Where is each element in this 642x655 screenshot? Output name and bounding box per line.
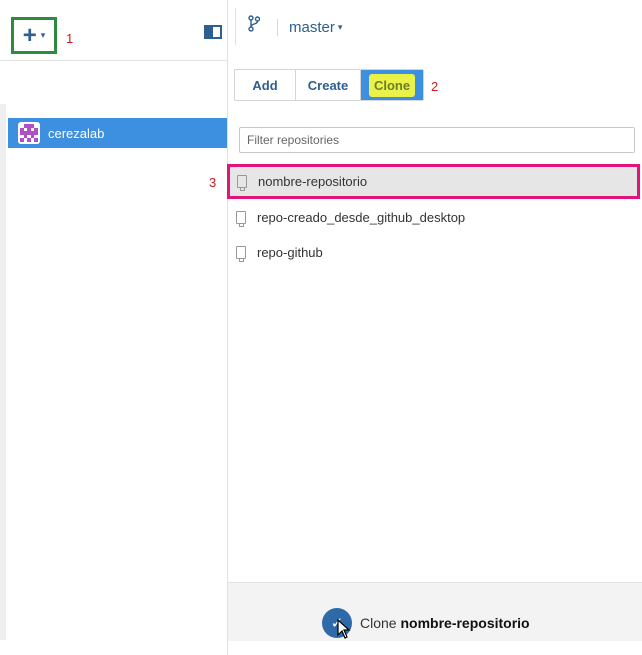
toggle-sidebar-icon[interactable] (204, 25, 222, 39)
tab-clone[interactable]: Clone (361, 70, 423, 100)
clone-prefix: Clone (360, 615, 397, 631)
tab-create[interactable]: Create (296, 70, 361, 100)
sidebar-item-account[interactable]: cerezalab (8, 118, 227, 148)
clone-button-label: Clone nombre-repositorio (360, 615, 530, 631)
repository-icon (236, 211, 246, 227)
repository-name: repo-github (257, 245, 323, 260)
annotation-number: 3 (209, 175, 217, 190)
repository-icon (236, 246, 246, 262)
annotation-number: 2 (431, 79, 439, 94)
tab-clone-label: Clone (368, 73, 416, 97)
chevron-down-icon: ▾ (40, 30, 46, 40)
divider (277, 19, 278, 36)
mouse-cursor-icon (337, 618, 351, 644)
list-item[interactable]: repo-creado_desde_github_desktop (227, 200, 640, 235)
branch-name: master (289, 19, 335, 36)
chevron-down-icon: ▾ (337, 22, 343, 32)
annotation-number: 1 (66, 31, 74, 46)
list-item[interactable]: repo-github (227, 235, 640, 270)
sidebar-edge (0, 104, 6, 640)
branch-icon (248, 15, 261, 36)
list-item[interactable]: nombre-repositorio (227, 164, 640, 199)
plus-icon: + (22, 21, 37, 49)
avatar (18, 122, 40, 144)
account-name: cerezalab (48, 125, 105, 141)
tab-add[interactable]: Add (235, 70, 296, 100)
branch-selector[interactable]: master ▾ (289, 19, 342, 36)
repository-name: repo-creado_desde_github_desktop (257, 210, 466, 225)
repository-icon (237, 175, 247, 191)
sidebar (0, 0, 228, 655)
clone-target: nombre-repositorio (400, 615, 530, 631)
repository-mode-tabs: Add Create Clone (234, 69, 424, 101)
repository-name: nombre-repositorio (258, 174, 368, 189)
clone-button[interactable]: ✓ Clone nombre-repositorio (322, 608, 530, 638)
divider (235, 8, 236, 45)
filter-repositories-input[interactable] (239, 127, 635, 153)
add-repository-button[interactable]: + ▾ (11, 17, 57, 54)
divider (0, 60, 228, 61)
